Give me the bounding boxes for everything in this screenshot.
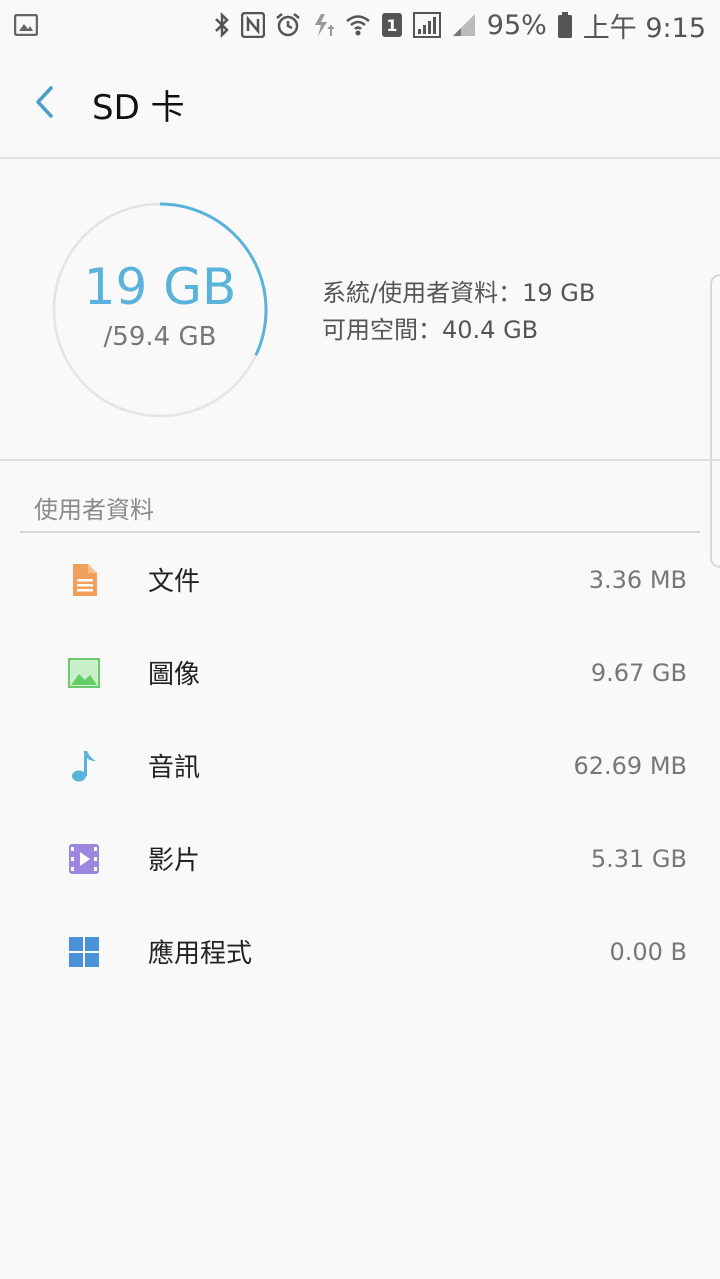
- list-item-size: 9.67 GB: [590, 658, 687, 687]
- total-storage-value: /59.4 GB: [103, 322, 217, 352]
- battery-icon: [557, 11, 573, 39]
- battery-percent: 95%: [486, 9, 547, 41]
- app-bar: SD 卡: [0, 50, 720, 158]
- wifi-icon: [345, 12, 371, 38]
- back-button[interactable]: [0, 50, 88, 158]
- list-item-label: 應用程式: [148, 939, 253, 969]
- gallery-notification-icon: [14, 14, 38, 36]
- status-bar: 1 95% 上午 9:15: [0, 0, 720, 50]
- sim-slot-number: 1: [386, 16, 397, 35]
- available-space-line: 可用空間：40.4 GB: [322, 316, 539, 344]
- alarm-icon: [275, 12, 301, 38]
- apps-grid-icon: [66, 934, 102, 970]
- summary-divider: [0, 459, 720, 461]
- list-item-size: 0.00 B: [609, 937, 687, 966]
- category-list: 文件 3.36 MB 圖像 9.67 GB 音訊 62.69 MB 影片 5.3…: [0, 533, 720, 998]
- section-header-user-data: 使用者資料: [34, 496, 154, 524]
- signal-icon: [412, 12, 441, 38]
- list-item-documents[interactable]: 文件 3.36 MB: [0, 533, 720, 626]
- storage-breakdown: 系統/使用者資料：19 GB 可用空間：40.4 GB: [322, 275, 595, 349]
- list-item-size: 62.69 MB: [573, 751, 687, 780]
- list-item-label: 圖像: [148, 660, 201, 690]
- list-item-audio[interactable]: 音訊 62.69 MB: [0, 719, 720, 812]
- bluetooth-icon: [213, 12, 231, 38]
- image-icon: [66, 655, 102, 691]
- clock: 上午 9:15: [582, 12, 706, 44]
- document-icon: [66, 562, 102, 598]
- list-item-size: 5.31 GB: [590, 844, 687, 873]
- storage-summary: 19 GB /59.4 GB 系統/使用者資料：19 GB 可用空間：40.4 …: [0, 159, 720, 459]
- video-icon: [66, 841, 102, 877]
- list-item-label: 影片: [148, 846, 201, 876]
- storage-usage-ring: 19 GB /59.4 GB: [50, 200, 270, 420]
- nfc-icon: [240, 12, 265, 38]
- list-item-size: 3.36 MB: [588, 565, 687, 594]
- used-storage-value: 19 GB: [83, 258, 237, 316]
- signal-weak-icon: [451, 12, 477, 38]
- list-item-label: 文件: [148, 567, 201, 597]
- list-item-label: 音訊: [148, 753, 201, 783]
- system-user-data-line: 系統/使用者資料：19 GB: [322, 279, 596, 307]
- list-item-apps[interactable]: 應用程式 0.00 B: [0, 905, 720, 998]
- chevron-left-icon: [34, 85, 54, 123]
- list-item-videos[interactable]: 影片 5.31 GB: [0, 812, 720, 905]
- page-title: SD 卡: [92, 87, 185, 128]
- list-item-images[interactable]: 圖像 9.67 GB: [0, 626, 720, 719]
- music-note-icon: [66, 748, 102, 784]
- edge-panel-handle[interactable]: [710, 274, 720, 568]
- data-saver-icon: [311, 12, 335, 38]
- sim-1-icon: 1: [381, 12, 403, 38]
